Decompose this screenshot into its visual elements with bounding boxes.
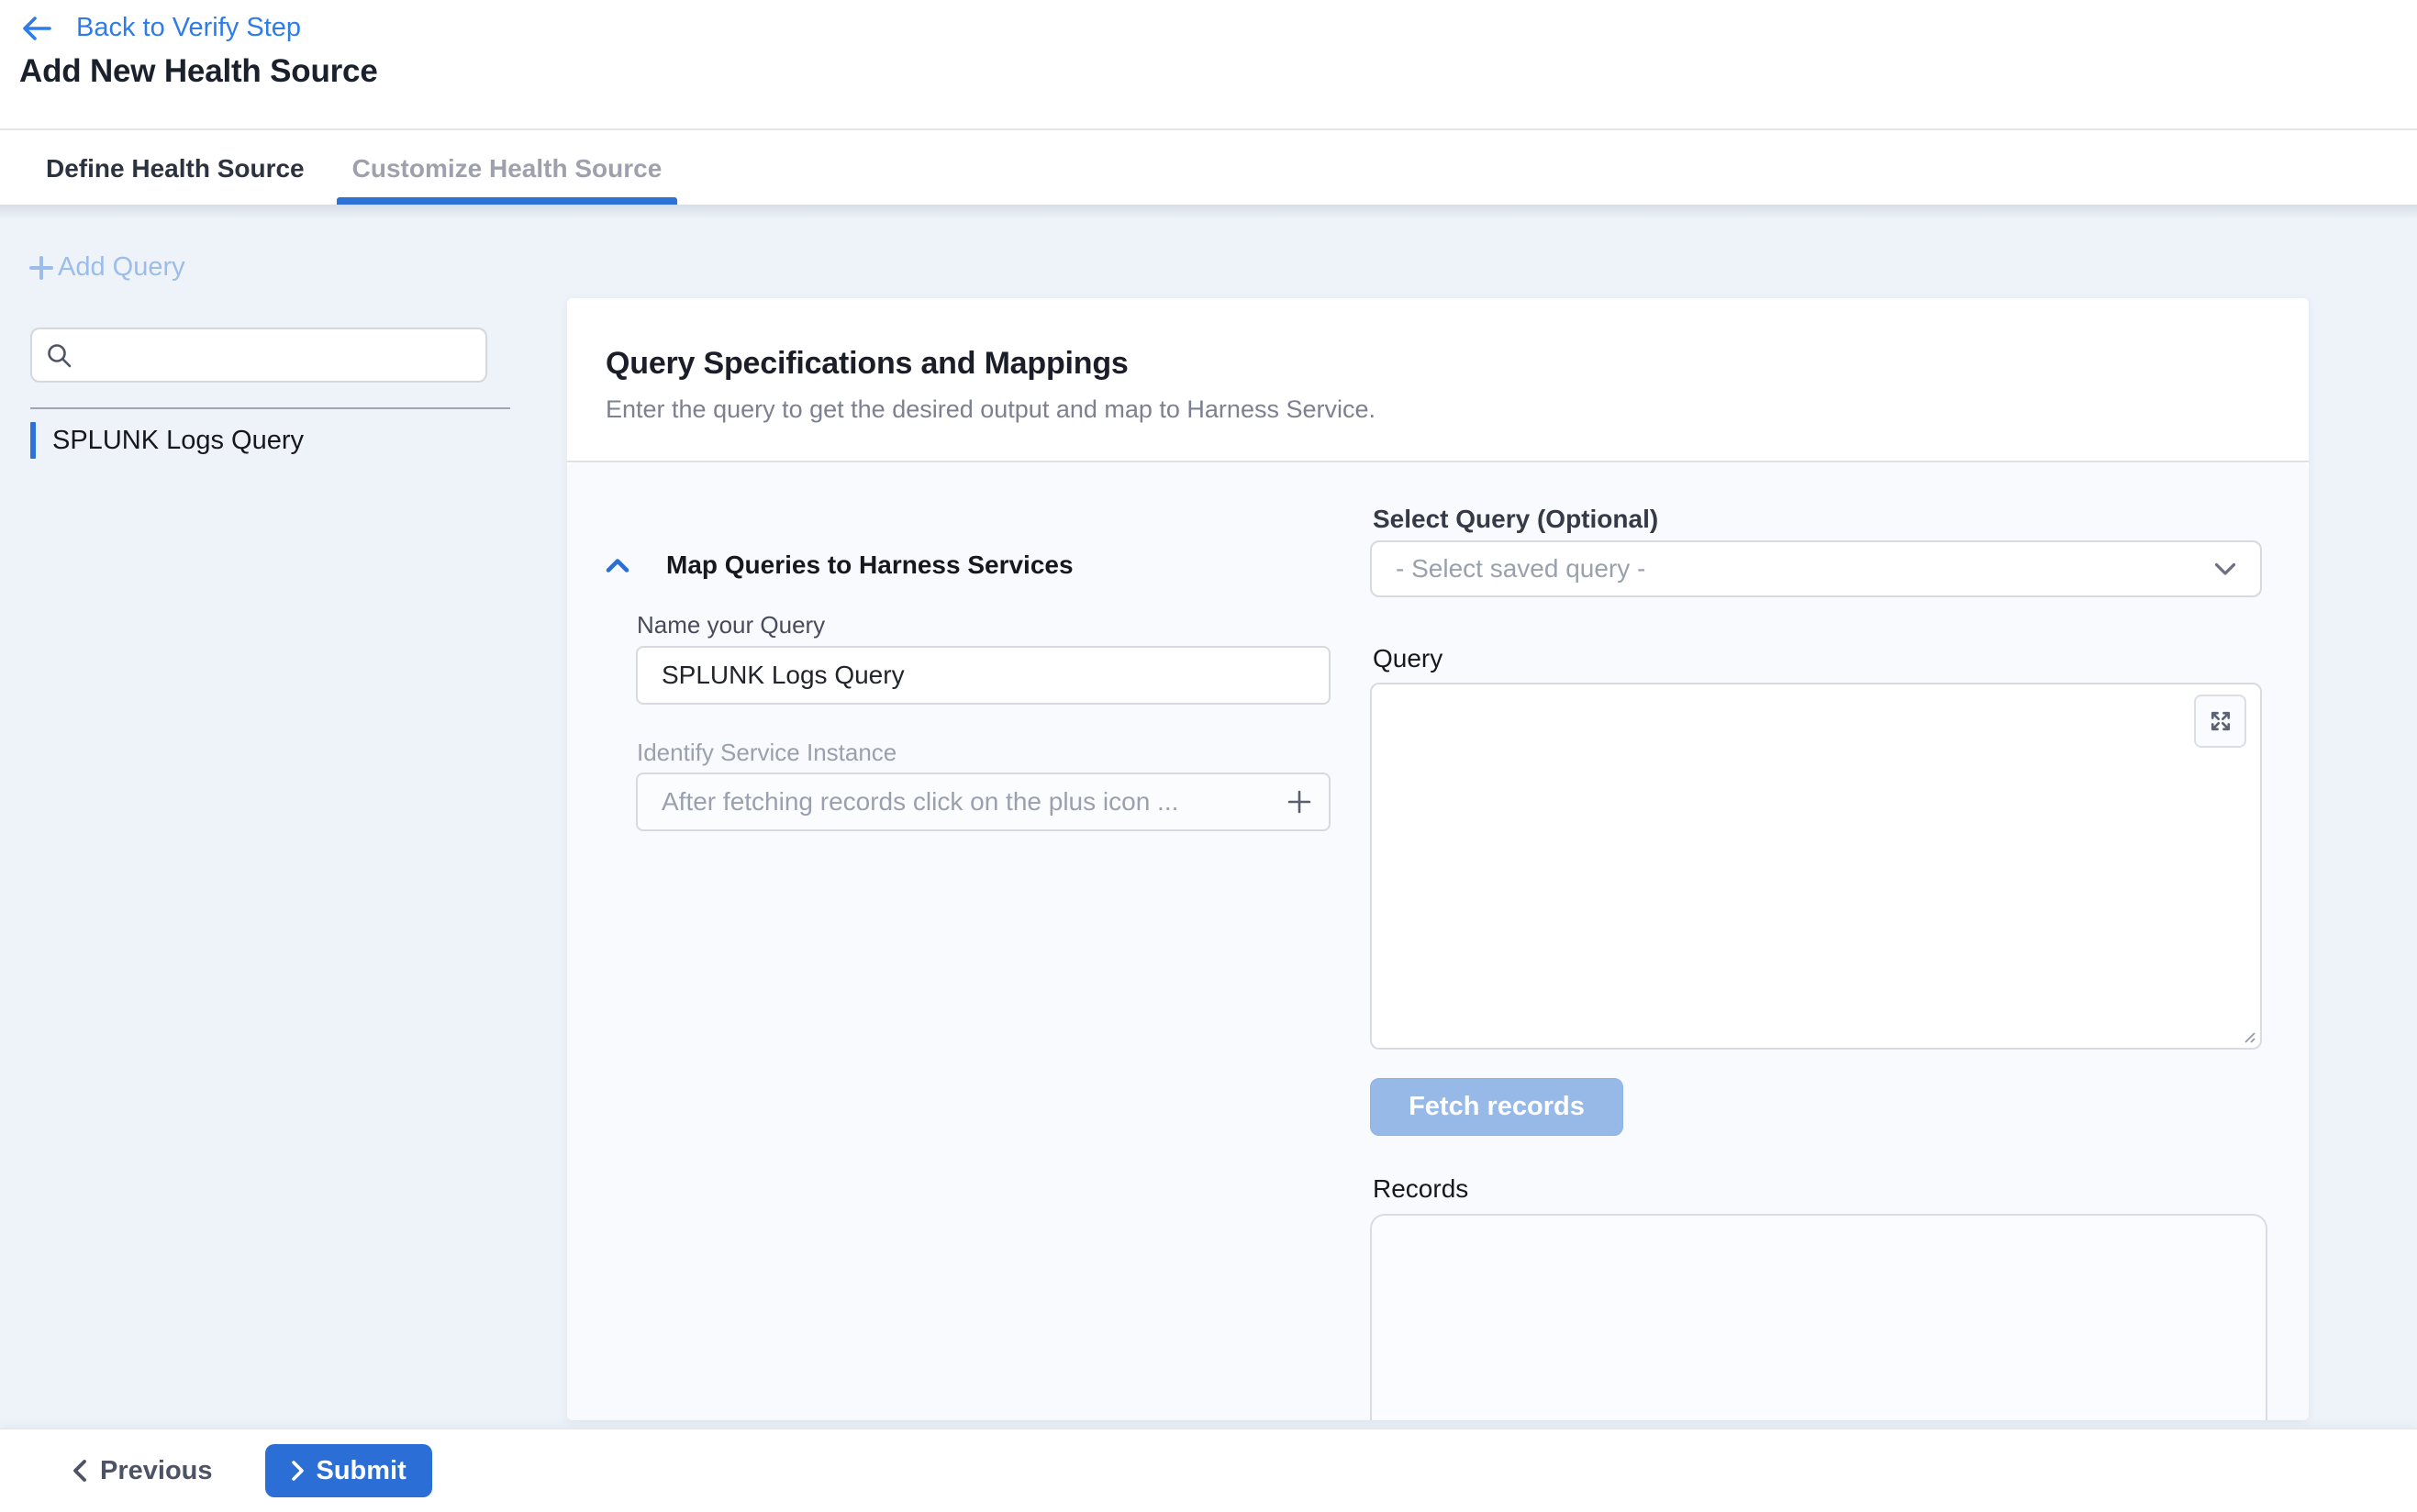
plus-icon	[28, 254, 55, 282]
query-name-input[interactable]	[636, 646, 1331, 705]
panel-body: Map Queries to Harness Services Name you…	[567, 462, 2309, 1420]
fetch-records-button[interactable]: Fetch records	[1370, 1078, 1623, 1136]
tab-bar: Define Health Source Customize Health So…	[0, 132, 2417, 205]
query-editor	[1370, 683, 2262, 1050]
back-link[interactable]: Back to Verify Step	[21, 13, 301, 43]
records-label: Records	[1373, 1174, 1468, 1204]
add-service-instance-path-button[interactable]	[1283, 785, 1316, 818]
back-arrow-icon	[21, 16, 52, 41]
panel-header: Query Specifications and Mappings Enter …	[567, 298, 2309, 462]
selected-indicator-bar	[30, 422, 36, 459]
back-link-label: Back to Verify Step	[76, 13, 301, 43]
fetch-records-label: Fetch records	[1409, 1092, 1585, 1122]
plus-icon	[1285, 787, 1314, 817]
select-query-label: Select Query (Optional)	[1373, 505, 1658, 534]
submit-button[interactable]: Submit	[265, 1444, 432, 1497]
expand-icon	[2208, 708, 2233, 734]
service-instance-input[interactable]	[636, 773, 1331, 831]
identify-service-instance-label: Identify Service Instance	[637, 739, 897, 767]
saved-query-select-value: - Select saved query -	[1396, 554, 2214, 584]
chevron-left-icon	[72, 1459, 87, 1483]
records-output-box	[1370, 1214, 2267, 1420]
resize-grip-icon	[2241, 1028, 2255, 1043]
footer-bar: Previous Submit	[0, 1429, 2417, 1512]
expand-query-button[interactable]	[2194, 695, 2246, 748]
service-instance-field	[636, 773, 1331, 831]
query-list-item[interactable]: SPLUNK Logs Query	[30, 422, 304, 459]
tab-define-health-source[interactable]: Define Health Source	[30, 132, 320, 205]
query-textarea[interactable]	[1372, 684, 2260, 1048]
resize-handle[interactable]	[2241, 1028, 2255, 1043]
query-search-box	[30, 328, 487, 383]
sidebar-divider	[30, 407, 510, 409]
previous-button-label: Previous	[100, 1456, 213, 1486]
content-area: Add Query SPLUNK Logs Query Query Specif…	[0, 205, 2417, 1429]
query-item-label: SPLUNK Logs Query	[52, 426, 304, 456]
add-query-label: Add Query	[58, 252, 185, 283]
previous-button[interactable]: Previous	[72, 1456, 213, 1486]
collapse-toggle[interactable]	[606, 558, 629, 573]
chevron-right-icon	[291, 1460, 305, 1482]
app-root: Back to Verify Step Add New Health Sourc…	[0, 0, 2417, 1512]
map-queries-section-header: Map Queries to Harness Services	[606, 550, 1074, 580]
tab-customize-health-source[interactable]: Customize Health Source	[337, 132, 678, 205]
page-header: Back to Verify Step Add New Health Sourc…	[0, 0, 2417, 130]
submit-button-label: Submit	[317, 1456, 407, 1486]
panel-subtitle: Enter the query to get the desired outpu…	[606, 395, 2270, 424]
query-label: Query	[1373, 644, 1442, 673]
chevron-down-icon	[2214, 562, 2236, 576]
search-input[interactable]	[30, 328, 487, 383]
query-specifications-panel: Query Specifications and Mappings Enter …	[567, 298, 2309, 1420]
add-query-button[interactable]: Add Query	[28, 252, 185, 283]
page-title: Add New Health Source	[19, 53, 378, 90]
chevron-up-icon	[606, 558, 629, 573]
panel-title: Query Specifications and Mappings	[606, 346, 2270, 382]
section-heading: Map Queries to Harness Services	[666, 550, 1074, 580]
name-your-query-label: Name your Query	[637, 611, 825, 639]
saved-query-select[interactable]: - Select saved query -	[1370, 540, 2262, 597]
